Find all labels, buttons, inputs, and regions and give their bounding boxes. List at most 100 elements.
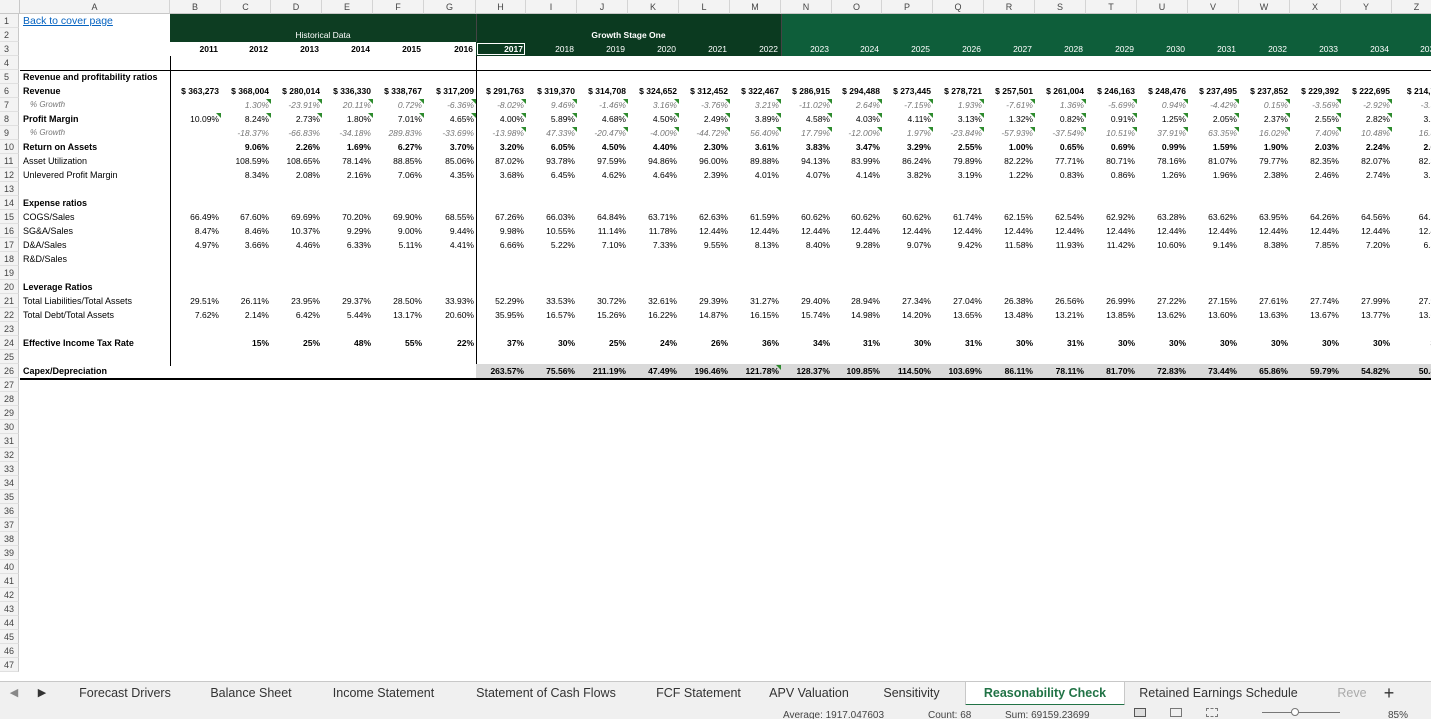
cell-Y9[interactable]: 10.48%: [1341, 126, 1392, 140]
cell-Q11[interactable]: 79.89%: [933, 154, 984, 168]
column-header-K[interactable]: K: [628, 0, 679, 14]
cell-X9[interactable]: 7.40%: [1290, 126, 1341, 140]
cell-H16[interactable]: 9.98%: [476, 224, 526, 238]
cell-E15[interactable]: 70.20%: [322, 210, 373, 224]
cell-H17[interactable]: 6.66%: [476, 238, 526, 252]
cell-U15[interactable]: 63.28%: [1137, 210, 1188, 224]
cell-Q22[interactable]: 13.65%: [933, 308, 984, 322]
cell-J10[interactable]: 4.50%: [577, 140, 628, 154]
cell-S26[interactable]: 78.11%: [1035, 364, 1086, 378]
cell-Y6[interactable]: $ 222,695: [1341, 84, 1392, 98]
normal-view-icon[interactable]: [1134, 708, 1146, 717]
row-header-3[interactable]: 3: [0, 42, 19, 56]
cell-D22[interactable]: 6.42%: [271, 308, 322, 322]
column-header-P[interactable]: P: [882, 0, 933, 14]
cell-V6[interactable]: $ 237,495: [1188, 84, 1239, 98]
cell-O6[interactable]: $ 294,488: [832, 84, 882, 98]
cell-I24[interactable]: 30%: [526, 336, 577, 350]
cell-U12[interactable]: 1.26%: [1137, 168, 1188, 182]
row-header-36[interactable]: 36: [0, 504, 19, 518]
row-header-5[interactable]: 5: [0, 70, 19, 84]
cell-I11[interactable]: 93.78%: [526, 154, 577, 168]
cell-T26[interactable]: 81.70%: [1086, 364, 1137, 378]
cell-T10[interactable]: 0.69%: [1086, 140, 1137, 154]
cell-S15[interactable]: 62.54%: [1035, 210, 1086, 224]
zoom-slider[interactable]: [1262, 712, 1340, 713]
cell-N16[interactable]: 12.44%: [781, 224, 832, 238]
cell-J12[interactable]: 4.62%: [577, 168, 628, 182]
cell-W6[interactable]: $ 237,852: [1239, 84, 1290, 98]
cell-N12[interactable]: 4.07%: [781, 168, 832, 182]
cell-P26[interactable]: 114.50%: [882, 364, 933, 378]
cell-F22[interactable]: 13.17%: [373, 308, 424, 322]
cell-W9[interactable]: 16.02%: [1239, 126, 1290, 140]
cell-Y10[interactable]: 2.24%: [1341, 140, 1392, 154]
cell-S11[interactable]: 77.71%: [1035, 154, 1086, 168]
cell-G21[interactable]: 33.93%: [424, 294, 476, 308]
cell-T17[interactable]: 11.42%: [1086, 238, 1137, 252]
cell-P21[interactable]: 27.34%: [882, 294, 933, 308]
cell-Y8[interactable]: 2.82%: [1341, 112, 1392, 126]
cell-D6[interactable]: $ 280,014: [271, 84, 322, 98]
cell-W8[interactable]: 2.37%: [1239, 112, 1290, 126]
cell-L15[interactable]: 62.63%: [679, 210, 730, 224]
cell-V9[interactable]: 63.35%: [1188, 126, 1239, 140]
cell-N11[interactable]: 94.13%: [781, 154, 832, 168]
cell-L24[interactable]: 26%: [679, 336, 730, 350]
cell-D8[interactable]: 2.73%: [271, 112, 322, 126]
cell-M10[interactable]: 3.61%: [730, 140, 781, 154]
cell-J7[interactable]: -1.46%: [577, 98, 628, 112]
cell-T6[interactable]: $ 246,163: [1086, 84, 1137, 98]
column-header-Q[interactable]: Q: [933, 0, 984, 14]
cell-C16[interactable]: 8.46%: [221, 224, 271, 238]
cell-C8[interactable]: 8.24%: [221, 112, 271, 126]
cell-M9[interactable]: 56.40%: [730, 126, 781, 140]
cell-R11[interactable]: 82.22%: [984, 154, 1035, 168]
cell-H26[interactable]: 263.57%: [476, 364, 526, 378]
row-header-14[interactable]: 14: [0, 196, 19, 210]
cell-K9[interactable]: -4.00%: [628, 126, 679, 140]
cell-O22[interactable]: 14.98%: [832, 308, 882, 322]
column-header-Y[interactable]: Y: [1341, 0, 1392, 14]
cell-D17[interactable]: 4.46%: [271, 238, 322, 252]
cell-G12[interactable]: 4.35%: [424, 168, 476, 182]
cell-I17[interactable]: 5.22%: [526, 238, 577, 252]
row-header-18[interactable]: 18: [0, 252, 19, 266]
cell-P22[interactable]: 14.20%: [882, 308, 933, 322]
cell-U7[interactable]: 0.94%: [1137, 98, 1188, 112]
cell-F17[interactable]: 5.11%: [373, 238, 424, 252]
cell-J24[interactable]: 25%: [577, 336, 628, 350]
cell-E11[interactable]: 78.14%: [322, 154, 373, 168]
cell-U8[interactable]: 1.25%: [1137, 112, 1188, 126]
row-header-6[interactable]: 6: [0, 84, 19, 98]
cell-C21[interactable]: 26.11%: [221, 294, 271, 308]
cell-O16[interactable]: 12.44%: [832, 224, 882, 238]
cell-G15[interactable]: 68.55%: [424, 210, 476, 224]
cell-B17[interactable]: 4.97%: [170, 238, 221, 252]
cell-O21[interactable]: 28.94%: [832, 294, 882, 308]
cell-H15[interactable]: 67.26%: [476, 210, 526, 224]
cell-M6[interactable]: $ 322,467: [730, 84, 781, 98]
row-header-30[interactable]: 30: [0, 420, 19, 434]
cell-D10[interactable]: 2.26%: [271, 140, 322, 154]
cell-S24[interactable]: 31%: [1035, 336, 1086, 350]
cell-F11[interactable]: 88.85%: [373, 154, 424, 168]
cell-R21[interactable]: 26.38%: [984, 294, 1035, 308]
cell-E16[interactable]: 9.29%: [322, 224, 373, 238]
cell-S16[interactable]: 12.44%: [1035, 224, 1086, 238]
cell-U6[interactable]: $ 248,476: [1137, 84, 1188, 98]
cell-H6[interactable]: $ 291,763: [476, 84, 526, 98]
cell-V24[interactable]: 30%: [1188, 336, 1239, 350]
cell-I7[interactable]: 9.46%: [526, 98, 577, 112]
cell-Q6[interactable]: $ 278,721: [933, 84, 984, 98]
cell-I22[interactable]: 16.57%: [526, 308, 577, 322]
column-header-Z[interactable]: Z: [1392, 0, 1431, 14]
cell-C15[interactable]: 67.60%: [221, 210, 271, 224]
cell-I6[interactable]: $ 319,370: [526, 84, 577, 98]
row-header-4[interactable]: 4: [0, 56, 19, 70]
cell-N15[interactable]: 60.62%: [781, 210, 832, 224]
row-header-9[interactable]: 9: [0, 126, 19, 140]
row-header-34[interactable]: 34: [0, 476, 19, 490]
cell-O12[interactable]: 4.14%: [832, 168, 882, 182]
cell-Q8[interactable]: 3.13%: [933, 112, 984, 126]
